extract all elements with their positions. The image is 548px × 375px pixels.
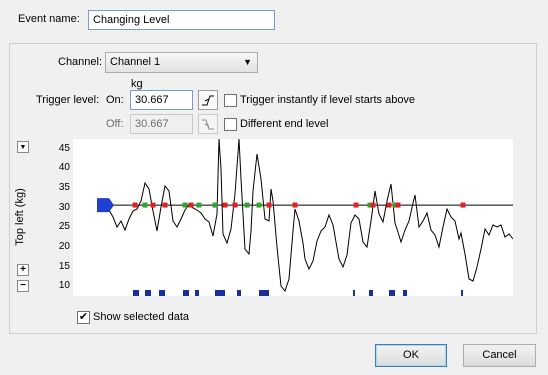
rising-edge-icon (202, 95, 214, 106)
trigger-on-label: On: (106, 94, 124, 106)
y-tick-label: 30 (58, 201, 70, 213)
signal-plot[interactable] (73, 138, 514, 296)
crossing-marker (132, 202, 138, 208)
crossing-marker (196, 202, 202, 208)
different-end-level-label: Different end level (240, 118, 329, 130)
selected-data-segment (133, 290, 139, 296)
selected-data-segment (403, 290, 407, 296)
trigger-off-label: Off: (106, 118, 124, 130)
trigger-instantly-checkbox[interactable] (224, 94, 237, 107)
y-tick-label: 35 (58, 182, 70, 194)
checkmark-icon: ✔ (78, 311, 89, 323)
crossing-marker (266, 202, 272, 208)
selected-data-segment (215, 290, 225, 296)
falling-edge-button (198, 114, 218, 134)
y-axis-label: Top left (kg) (14, 188, 26, 246)
crossing-marker (142, 202, 148, 208)
unit-label: kg (131, 78, 143, 90)
selected-data-segment (159, 290, 165, 296)
falling-edge-icon (202, 119, 214, 130)
crossing-marker (353, 202, 359, 208)
trigger-level-label: Trigger level: (36, 94, 100, 106)
crossing-marker (222, 202, 228, 208)
crossing-marker (182, 202, 188, 208)
trigger-level-handle (97, 198, 114, 213)
y-tick-label: 25 (58, 221, 70, 233)
y-tick-label: 20 (58, 240, 70, 252)
selected-data-segment (461, 290, 463, 296)
y-tick-label: 40 (58, 162, 70, 174)
crossing-marker (395, 202, 401, 208)
show-selected-data-checkbox[interactable]: ✔ (77, 311, 90, 324)
ok-button[interactable]: OK (375, 344, 447, 367)
channel-selected-value: Channel 1 (110, 56, 161, 68)
cancel-button[interactable]: Cancel (463, 344, 536, 367)
different-end-level-checkbox[interactable] (224, 118, 237, 131)
signal-plot-svg (97, 138, 514, 296)
event-name-input[interactable]: Changing Level (88, 10, 275, 30)
selected-data-segment (183, 290, 189, 296)
selected-data-segment (237, 290, 241, 296)
signal-trace (108, 138, 514, 293)
minus-icon: − (20, 280, 26, 291)
selected-data-segment (259, 290, 269, 296)
crossing-marker (244, 202, 250, 208)
crossing-marker (212, 202, 218, 208)
crossing-marker (460, 202, 466, 208)
trigger-instantly-label: Trigger instantly if level starts above (240, 94, 416, 106)
zoom-out-button[interactable]: − (17, 280, 29, 292)
scroll-up-button[interactable]: ▼ (17, 141, 29, 153)
y-tick-label: 15 (58, 260, 70, 272)
crossing-marker (150, 202, 156, 208)
crossing-marker (162, 202, 168, 208)
crossing-marker (232, 202, 238, 208)
zoom-in-button[interactable]: + (17, 264, 29, 276)
crossing-marker (292, 202, 298, 208)
event-name-label: Event name: (18, 13, 80, 25)
crossing-marker (370, 202, 376, 208)
crossing-marker (256, 202, 262, 208)
selected-data-segment (353, 290, 355, 296)
selected-data-segment (195, 290, 199, 296)
trigger-off-input: 30.667 (130, 114, 193, 134)
channel-label: Channel: (58, 56, 103, 68)
crossing-marker (386, 202, 392, 208)
chevron-down-icon: ▼ (243, 57, 252, 67)
y-tick-label: 45 (58, 142, 70, 154)
channel-select[interactable]: Channel 1 ▼ (105, 52, 258, 73)
trigger-on-input[interactable]: 30.667 (130, 90, 193, 110)
selected-data-segment (369, 290, 373, 296)
rising-edge-button[interactable] (198, 90, 218, 110)
y-tick-label: 10 (58, 280, 70, 292)
selected-data-segment (145, 290, 151, 296)
plus-icon: + (20, 264, 26, 275)
triangle-down-icon: ▼ (19, 144, 27, 151)
show-selected-data-label: Show selected data (93, 311, 190, 323)
crossing-marker (188, 202, 194, 208)
selected-data-segment (389, 290, 395, 296)
